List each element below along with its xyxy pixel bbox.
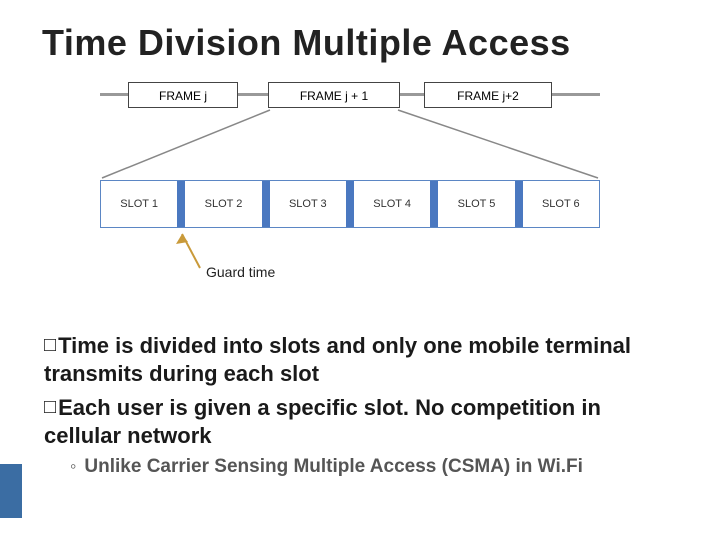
guard-band <box>346 181 354 227</box>
slot-cell: SLOT 5 <box>438 181 514 227</box>
slot-cell: SLOT 6 <box>523 181 599 227</box>
tdma-figure: FRAME j FRAME j + 1 FRAME j+2 SLOT 1 SLO… <box>100 78 600 278</box>
guard-time-label: Guard time <box>206 264 275 280</box>
bullet-1: □Time is divided into slots and only one… <box>44 332 684 388</box>
slot-cell: SLOT 2 <box>185 181 261 227</box>
frame-box-j2: FRAME j+2 <box>424 82 552 108</box>
frame-box-j1: FRAME j + 1 <box>268 82 400 108</box>
frame-gap-1 <box>238 93 268 96</box>
sub-bullet-1-text: Unlike Carrier Sensing Multiple Access (… <box>84 456 583 477</box>
bullet-square-icon: □ <box>44 396 56 418</box>
bullet-2: □Each user is given a specific slot. No … <box>44 394 684 450</box>
frame-box-j: FRAME j <box>128 82 238 108</box>
bullet-2-lead: Each <box>58 395 111 420</box>
sub-bullet-ring-icon: ◦ <box>70 456 76 476</box>
guard-band <box>430 181 438 227</box>
bullet-1-lead: Time <box>58 333 109 358</box>
slide-title: Time Division Multiple Access <box>0 0 720 72</box>
frame-gap-2 <box>400 93 424 96</box>
slot-cell: SLOT 4 <box>354 181 430 227</box>
frames-row: FRAME j FRAME j + 1 FRAME j+2 <box>100 80 600 110</box>
slide-body: □Time is divided into slots and only one… <box>44 332 684 520</box>
guard-band <box>515 181 523 227</box>
frame-axis-left <box>100 93 128 96</box>
guard-band <box>177 181 185 227</box>
frame-axis-right <box>552 93 600 96</box>
bullet-2-rest: user is given a specific slot. No compet… <box>44 395 601 448</box>
sub-bullet-1: ◦ Unlike Carrier Sensing Multiple Access … <box>70 455 684 480</box>
guard-band <box>262 181 270 227</box>
frame-expand-lines-icon <box>100 108 600 188</box>
bullet-square-icon: □ <box>44 334 56 356</box>
slot-cell: SLOT 3 <box>270 181 346 227</box>
bullet-1-rest: is divided into slots and only one mobil… <box>44 333 631 386</box>
slot-cell: SLOT 1 <box>101 181 177 227</box>
slide-accent-bar <box>0 464 22 518</box>
slots-row: SLOT 1 SLOT 2 SLOT 3 SLOT 4 SLOT 5 SLOT … <box>100 180 600 228</box>
